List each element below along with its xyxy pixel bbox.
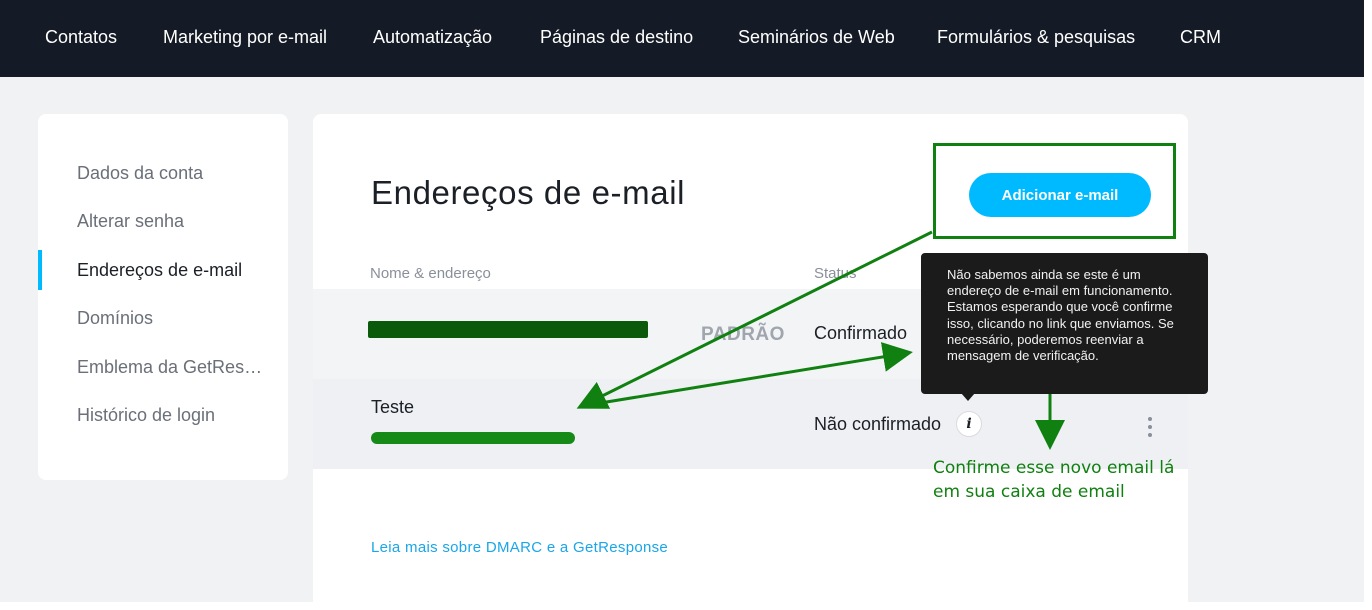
top-navigation: Contatos Marketing por e-mail Automatiza…	[0, 0, 1364, 77]
sidebar-item-enderecos-de-email[interactable]: Endereços de e-mail	[77, 260, 269, 281]
sidebar-item-historico-de-login[interactable]: Histórico de login	[77, 405, 269, 426]
nav-seminarios-de-web[interactable]: Seminários de Web	[738, 27, 895, 48]
nav-paginas-de-destino[interactable]: Páginas de destino	[540, 27, 693, 48]
sidebar-item-alterar-senha[interactable]: Alterar senha	[77, 211, 269, 232]
nav-formularios-pesquisas[interactable]: Formulários & pesquisas	[937, 27, 1135, 48]
email-name: Teste	[371, 397, 415, 417]
nav-automatizacao[interactable]: Automatização	[373, 27, 492, 48]
default-badge: PADRÃO	[701, 324, 785, 345]
info-tooltip: Não sabemos ainda se este é um endereço …	[921, 253, 1208, 394]
active-indicator	[38, 250, 42, 290]
sidebar-item-emblema[interactable]: Emblema da GetResponse	[77, 357, 269, 378]
page-title: Endereços de e-mail	[371, 174, 686, 211]
annotation-highlight-box	[933, 143, 1176, 239]
annotation-note: Confirme esse novo email lá em sua caixa…	[933, 456, 1188, 504]
settings-sidebar: Dados da conta Alterar senha Endereços d…	[38, 114, 288, 480]
annotation-line-2: em sua caixa de email	[933, 482, 1125, 502]
sidebar-item-dominios[interactable]: Domínios	[77, 308, 269, 329]
sidebar-item-dados-da-conta[interactable]: Dados da conta	[77, 163, 269, 184]
redaction-mark	[368, 321, 648, 338]
dmarc-info-link[interactable]: Leia mais sobre DMARC e a GetResponse	[371, 539, 668, 556]
screenshot-edge	[0, 602, 1372, 610]
nav-marketing-por-email[interactable]: Marketing por e-mail	[163, 27, 327, 48]
status-text: Não confirmado	[814, 414, 942, 434]
column-header-name: Nome & endereço	[370, 265, 491, 282]
nav-contatos[interactable]: Contatos	[45, 27, 117, 48]
redaction-mark	[371, 432, 575, 444]
annotation-line-1: Confirme esse novo email lá	[933, 458, 1175, 478]
tooltip-arrow	[961, 393, 975, 401]
nav-crm[interactable]: CRM	[1180, 27, 1221, 48]
column-header-status: Status	[814, 265, 857, 282]
status-text: Confirmado	[814, 323, 908, 343]
more-options-icon[interactable]	[1144, 415, 1156, 439]
info-icon[interactable]: i	[956, 411, 982, 437]
screenshot-edge	[1364, 0, 1372, 610]
